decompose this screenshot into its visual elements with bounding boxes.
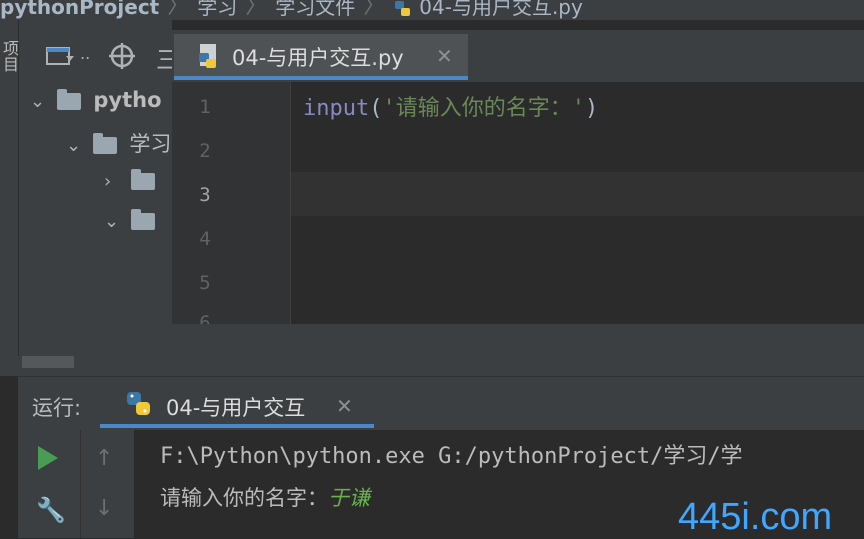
python-file-icon	[393, 0, 413, 18]
tree-label: pytho	[93, 88, 162, 112]
code-paren-close: )	[584, 96, 599, 121]
console-prompt: 请输入你的名字：	[160, 486, 328, 510]
code-paren-open: (	[369, 96, 383, 121]
run-tab-underline	[100, 424, 374, 428]
arrow-down-icon[interactable]: ↓	[95, 496, 113, 521]
line-number: 4	[199, 228, 211, 250]
folder-icon	[56, 88, 81, 110]
run-tab-label: 04-与用户交互	[166, 396, 306, 420]
console-user-input: 于谦	[328, 486, 370, 510]
tree-row-subfolder-1[interactable]: ›	[104, 168, 155, 198]
code-line-1: input('请输入你的名字：')	[303, 90, 598, 122]
project-view-icon[interactable]	[46, 44, 76, 72]
chevron-right-icon: 〉	[363, 0, 386, 19]
chevron-right-icon: 〉	[167, 0, 190, 19]
tree-label: 学习	[129, 132, 172, 156]
breadcrumb: pythonProject 〉学习〉学习文件〉 04-与用户交互.py	[0, 0, 864, 20]
tool-window-strip	[0, 20, 19, 376]
python-icon	[124, 390, 154, 422]
more-icon[interactable]: ..	[80, 44, 90, 63]
tree-row-subfolder-2[interactable]: ⌄	[104, 208, 155, 238]
folder-icon	[92, 132, 117, 154]
play-icon[interactable]	[38, 446, 58, 470]
wrench-icon[interactable]: 🔧	[36, 496, 66, 524]
code-function: input	[303, 96, 370, 121]
watermark: 445i.com	[678, 496, 833, 538]
breadcrumb-file[interactable]: 04-与用户交互.py	[419, 0, 583, 17]
folder-icon	[130, 168, 155, 190]
breadcrumb-folder-1[interactable]: 学习	[197, 0, 237, 17]
target-icon[interactable]	[108, 42, 136, 74]
code-string: '请输入你的名字：'	[382, 96, 585, 121]
folder-icon	[130, 208, 155, 230]
chevron-down-icon: ⌄	[66, 134, 82, 156]
toolbar-divider	[80, 430, 81, 538]
line-number: 6	[199, 312, 211, 324]
project-tool-label[interactable]: 项目	[0, 40, 19, 72]
chevron-down-icon: ⌄	[104, 210, 120, 232]
arrow-up-icon[interactable]: ↑	[95, 446, 113, 471]
line-number: 1	[199, 96, 211, 118]
editor-tab-label: 04-与用户交互.py	[232, 46, 404, 70]
line-number: 5	[199, 272, 211, 294]
tree-row-folder[interactable]: ⌄ 学习	[66, 128, 171, 158]
run-label: 运行:	[32, 396, 82, 420]
breadcrumb-project[interactable]: pythonProject	[0, 0, 159, 17]
line-number: 3	[199, 184, 211, 206]
current-line-highlight	[291, 172, 864, 216]
console-prompt-line: 请输入你的名字：于谦	[160, 482, 370, 512]
close-icon[interactable]: ✕	[436, 44, 453, 68]
close-icon[interactable]: ✕	[336, 394, 353, 418]
chevron-down-icon: ⌄	[30, 90, 46, 112]
line-number: 2	[199, 140, 211, 162]
project-panel	[19, 20, 172, 376]
panel-divider	[0, 356, 864, 376]
chevron-right-icon: 〉	[245, 0, 268, 19]
horizontal-scrollbar[interactable]	[22, 356, 74, 368]
tree-row-root[interactable]: ⌄ pytho	[30, 88, 162, 118]
console-command-line: F:\Python\python.exe G:/pythonProject/学习…	[160, 444, 743, 469]
breadcrumb-folder-2[interactable]: 学习文件	[275, 0, 355, 17]
python-file-icon	[196, 44, 222, 74]
chevron-right-icon: ›	[104, 170, 112, 192]
